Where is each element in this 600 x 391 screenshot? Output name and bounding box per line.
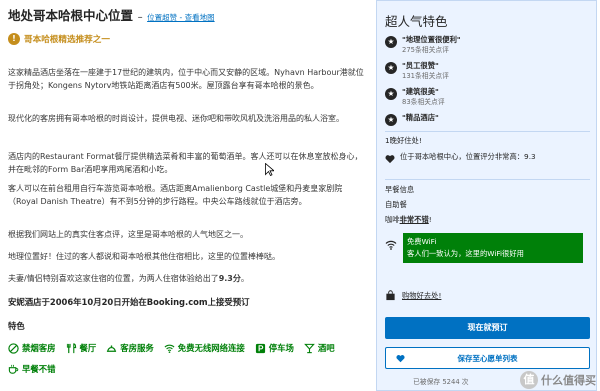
stay-title: 1晚好住处! [385,136,422,145]
coffee-rating: 咖啡非常不错! [385,215,432,225]
sidebar-title: 超人气特色 [385,14,448,29]
description-paragraph-7: 夫妻/情侣特别喜欢这家住宿的位置，为两人住宿体验给出了9.3分。 [8,272,370,285]
feature-restaurant: 餐厅 [66,342,97,354]
highlights-sidebar: 超人气特色 ★ "地理位置很便利" 275条相关点评 ★ "员工很赞" 131条相关… [376,0,597,391]
main-content: 地处哥本哈根中心位置 – 位置超赞 - 查看地图 ! 哥本哈根精选推荐之一 这家… [8,0,370,391]
restaurant-icon [66,342,76,353]
description-paragraph-2: 现代化的客房拥有哥本哈根的时尚设计，提供电视、迷你吧和带吹风机及洗浴用品的私人浴… [8,114,344,123]
breakfast-icon [8,364,19,374]
description-paragraph-6: 地理位置好！住过的客人都说和哥本哈根其他住宿相比，这里的位置棒棒哒。 [8,252,280,261]
book-now-button[interactable]: 现在就预订 [385,317,590,339]
couples-suffix: 。 [240,274,249,283]
watermark: 值 什么值得买 [520,371,596,389]
highlight-item: ★ "地理位置很便利" 275条相关点评 [385,35,461,55]
divider [385,179,590,180]
highlight-label: "精品酒店" [402,113,439,122]
breakfast-value: 自助餐 [385,200,407,209]
title-dash: – [137,12,143,23]
location-score-row: 位于哥本哈根中心，位置评分非常高：9.3 [385,151,550,164]
coffee-suffix: ! [428,215,432,224]
feature-label: 早餐不错 [22,364,56,374]
couples-text: 夫妻/情侣特别喜欢这家住宿的位置，为两人住宿体验给出了 [8,274,219,283]
save-button-label: 保存至心愿单列表 [457,353,518,363]
no-smoking-icon [8,342,19,354]
features-list: 禁烟客房 餐厅 客房服务 免费无线网络连接 停车场 酒吧 早餐不错 [8,342,370,375]
feature-breakfast: 早餐不错 [8,363,56,375]
feature-no-smoking: 禁烟客房 [8,342,56,354]
shopping-bag-icon [386,290,395,301]
bar-icon [304,343,315,353]
exclamation-icon: ! [8,33,20,45]
highlight-review-count: 131条相关点评 [402,72,449,80]
shopping-link[interactable]: 购物好去处! [402,291,441,301]
wifi-box: 免费WiFi 客人们一致认为，这里的WiFi很好用 [403,233,583,263]
description-paragraph-5: 根据我们网站上的真实住客点评，这里是哥本哈根的人气地区之一。 [8,230,248,239]
room-service-icon [107,344,117,352]
feature-label: 客房服务 [120,343,154,353]
recommendation-badge: ! 哥本哈根精选推荐之一 [8,33,110,45]
wifi-text: 客人们一致认为，这里的WiFi很好用 [407,249,524,258]
heart-icon [385,155,395,164]
location-score-text: 位于哥本哈根中心，位置评分非常高：9.3 [400,152,536,161]
description-paragraph-1: 这家精品酒店坐落在一座建于17世纪的建筑内，位于中心而又安静的区域。Nyhavn… [8,68,364,90]
booking-since: 安妮酒店于2006年10月20日开始在Booking.com上接受预订 [8,297,250,307]
star-icon: ★ [385,114,397,126]
feature-label: 酒吧 [317,343,335,353]
star-icon: ★ [385,62,397,74]
wifi-icon [164,344,175,353]
map-link[interactable]: 位置超赞 - 查看地图 [147,13,214,22]
wifi-title: 免费WiFi [407,237,437,246]
coffee-value: 非常不错 [399,215,429,224]
watermark-text: 什么值得买 [541,374,596,387]
feature-wifi: 免费无线网络连接 [164,342,245,354]
feature-label: 禁烟客房 [22,343,56,353]
description-paragraph-4: 客人可以在前台租用自行车游览哥本哈根。酒店距离Amalienborg Castl… [8,184,343,206]
divider [385,131,590,132]
star-icon: ★ [385,36,397,48]
feature-parking: 停车场 [255,342,294,354]
breakfast-title: 早餐信息 [385,185,415,194]
highlight-review-count: 83条相关点评 [402,98,445,106]
heart-icon [396,354,405,362]
title-row: 地处哥本哈根中心位置 – 位置超赞 - 查看地图 [8,5,215,24]
highlight-review-count: 275条相关点评 [402,46,449,54]
coffee-prefix: 咖啡 [385,215,400,224]
feature-label: 免费无线网络连接 [177,343,245,353]
feature-label: 停车场 [268,343,294,353]
highlight-label: "建筑很美" [402,87,439,96]
recommendation-text: 哥本哈根精选推荐之一 [24,35,110,45]
watermark-logo-icon: 值 [520,371,538,389]
highlight-item: ★ "建筑很美" 83条相关点评 [385,87,445,107]
mouse-cursor-icon [265,163,274,176]
star-icon: ★ [385,88,397,100]
feature-bar: 酒吧 [304,342,335,354]
highlight-label: "员工很赞" [402,61,439,70]
description-paragraph-3: 酒店内的Restaurant Format餐厅提供精选菜肴和丰富的葡萄酒单。客人… [8,152,363,174]
wifi-highlight: 免费WiFi 客人们一致认为，这里的WiFi很好用 [385,233,583,263]
shopping-row: 购物好去处! [385,290,441,301]
parking-icon [255,343,265,353]
highlight-item: ★ "员工很赞" 131条相关点评 [385,61,449,81]
feature-room-service: 客房服务 [106,342,154,354]
page-title: 地处哥本哈根中心位置 [8,8,134,23]
highlight-item: ★ "精品酒店" [385,113,439,126]
highlight-label: "地理位置很便利" [402,35,461,44]
saved-count: 已被保存 5244 次 [413,378,469,386]
features-heading: 特色 [8,321,25,331]
wifi-icon [385,240,397,250]
couples-score: 9.3分 [218,274,241,283]
feature-label: 餐厅 [79,343,97,353]
save-to-wishlist-button[interactable]: 保存至心愿单列表 [385,347,590,369]
